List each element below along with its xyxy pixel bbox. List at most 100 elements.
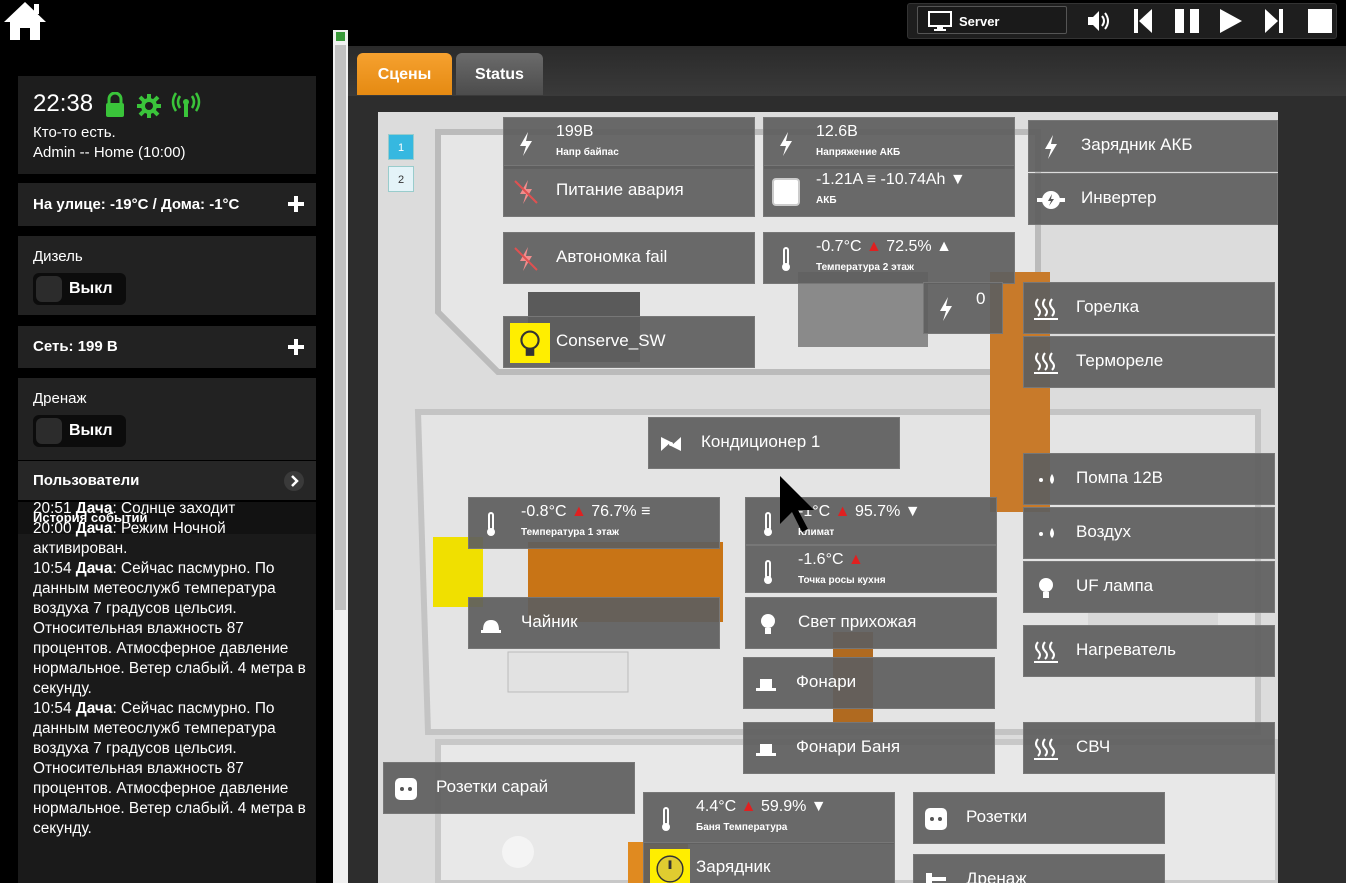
chevron-right-icon[interactable]	[284, 471, 304, 491]
lightbulb-icon	[761, 614, 775, 634]
thermometer-icon	[782, 247, 790, 271]
widget-power-alarm[interactable]: Питание авария	[503, 165, 755, 217]
power-zero-value: 0	[976, 289, 986, 308]
diesel-label: Дизель	[33, 248, 83, 265]
lantern-icon	[756, 679, 776, 691]
tab-status[interactable]: Status	[456, 53, 543, 95]
weather-row[interactable]: На улице: -19°C / Дома: -1°C	[18, 183, 316, 226]
widget-temp-2floor[interactable]: -0.7°C ▲ 72.5% ▲ Температура 2 этаж	[763, 232, 1015, 284]
widget-shed-sockets[interactable]: Розетки сарай	[383, 762, 635, 814]
widget-sockets[interactable]: Розетки	[913, 792, 1165, 844]
widget-conserve[interactable]: Conserve_SW	[503, 316, 755, 368]
widget-bypass-voltage[interactable]: 199В Напр байпас	[503, 117, 755, 169]
grid-text: Сеть: 199 В	[33, 338, 118, 355]
fan-icon	[661, 437, 681, 451]
monitor-icon	[928, 11, 952, 31]
widget-ac[interactable]: Кондиционер 1	[648, 417, 900, 469]
widget-microwave[interactable]: СВЧ	[1023, 722, 1275, 774]
widget-charger-akb[interactable]: Зарядник АКБ	[1028, 120, 1278, 172]
history-time: 20:00	[33, 520, 72, 537]
dew-sub: Точка росы кухня	[798, 575, 886, 586]
history-text: : Сейчас пасмурно. По данным метеослужб …	[33, 560, 306, 697]
widget-kettle[interactable]: Чайник	[468, 597, 720, 649]
lock-icon[interactable]	[104, 92, 126, 118]
widget-heater[interactable]: Нагреватель	[1023, 625, 1275, 677]
heater-label: Нагреватель	[1076, 640, 1177, 659]
widget-thermorelay[interactable]: Термореле	[1023, 336, 1275, 388]
history-time: 20:51	[33, 500, 72, 517]
plus-icon[interactable]	[288, 196, 304, 212]
heat-icon	[1034, 352, 1058, 374]
history-item: 20:51 Дача: Солнце заходит	[33, 499, 316, 519]
stop-icon[interactable]	[1307, 8, 1333, 34]
power-alarm-label: Питание авария	[556, 180, 684, 199]
power-button-icon	[650, 849, 690, 883]
volume-icon[interactable]	[1086, 9, 1112, 33]
floor-plan: 1 2 199В Напр байпас Питание авария 12.6…	[378, 112, 1278, 883]
widget-akb[interactable]: -1.21A ≡ -10.74Ah ▼ АКБ	[763, 165, 1015, 217]
widget-charger[interactable]: Зарядник	[643, 842, 895, 883]
history-place: Дача	[75, 520, 113, 537]
widget-bath-temp[interactable]: 4.4°C ▲ 59.9% ▼ Баня Температура	[643, 792, 895, 844]
temp2-value: -0.7°C ▲ 72.5% ▲	[816, 238, 952, 255]
users-label: Пользователи	[33, 472, 140, 489]
drain-state: Выкл	[69, 422, 113, 439]
lightning-off-icon	[514, 247, 538, 271]
uf-lamp-label: UF лампа	[1076, 576, 1154, 595]
gear-icon[interactable]	[137, 94, 161, 118]
history-item: 20:00 Дача: Режим Ночной активирован.	[33, 519, 316, 559]
widget-pump[interactable]: Помпа 12В	[1023, 453, 1275, 505]
grid-row[interactable]: Сеть: 199 В	[18, 326, 316, 368]
widget-drain[interactable]: Дренаж	[913, 854, 1165, 883]
lantern-icon	[756, 744, 776, 756]
dew-value: -1.6°C ▲	[798, 551, 864, 568]
battery-voltage-value: 12.6В	[816, 123, 858, 140]
microwave-label: СВЧ	[1076, 737, 1111, 756]
lightning-icon	[1045, 135, 1057, 159]
pause-icon[interactable]	[1174, 8, 1200, 34]
scrollbar-thumb[interactable]	[335, 45, 346, 610]
pump-label: Помпа 12В	[1076, 468, 1163, 487]
lightning-icon	[520, 132, 532, 156]
widget-hall-light[interactable]: Свет прихожая	[745, 597, 997, 649]
tab-scenes[interactable]: Сцены	[357, 53, 452, 95]
drain-toggle[interactable]: Выкл	[33, 415, 126, 447]
server-selector[interactable]: Server	[917, 6, 1067, 34]
burner-label: Горелка	[1076, 297, 1140, 316]
history-item: 10:54 Дача: Сейчас пасмурно. По данным м…	[33, 699, 316, 839]
kettle-label: Чайник	[521, 612, 578, 631]
drain-icon	[926, 873, 946, 883]
signal-icon[interactable]	[171, 92, 201, 118]
thermorelay-label: Термореле	[1076, 351, 1164, 370]
widget-air[interactable]: Воздух	[1023, 507, 1275, 559]
widget-inverter[interactable]: Инвертер	[1028, 173, 1278, 225]
lightning-icon	[940, 297, 952, 321]
widget-dew-point[interactable]: -1.6°C ▲ Точка росы кухня	[745, 545, 997, 593]
presence-text: Кто-то есть.	[33, 124, 116, 141]
skip-back-icon[interactable]	[1133, 8, 1153, 34]
scroll-up-icon[interactable]	[336, 32, 345, 41]
widget-lanterns-bath[interactable]: Фонари Баня	[743, 722, 995, 774]
drain-label: Дренаж	[33, 390, 87, 407]
page-button-1[interactable]: 1	[388, 134, 414, 160]
widget-burner[interactable]: Горелка	[1023, 282, 1275, 334]
conserve-label: Conserve_SW	[556, 331, 666, 350]
users-row[interactable]: Пользователи	[18, 461, 316, 500]
charger-akb-label: Зарядник АКБ	[1081, 135, 1193, 154]
skip-forward-icon[interactable]	[1264, 8, 1284, 34]
widget-autonomy-fail[interactable]: Автономка fail	[503, 232, 755, 284]
widget-battery-voltage[interactable]: 12.6В Напряжение АКБ	[763, 117, 1015, 169]
diesel-toggle[interactable]: Выкл	[33, 273, 126, 305]
widget-power-zero[interactable]: 0	[923, 282, 1003, 334]
socket-icon	[925, 808, 947, 830]
widget-lanterns[interactable]: Фонари	[743, 657, 995, 709]
play-icon[interactable]	[1218, 8, 1244, 34]
clock: 22:38	[33, 90, 94, 117]
history-place: Дача	[75, 560, 113, 577]
home-icon[interactable]	[2, 0, 48, 42]
widget-temp-1floor[interactable]: -0.8°C ▲ 76.7% ≡ Температура 1 этаж	[468, 497, 720, 549]
page-button-2[interactable]: 2	[388, 166, 414, 192]
toggle-knob	[36, 418, 62, 444]
widget-uf-lamp[interactable]: UF лампа	[1023, 561, 1275, 613]
plus-icon[interactable]	[288, 339, 304, 355]
